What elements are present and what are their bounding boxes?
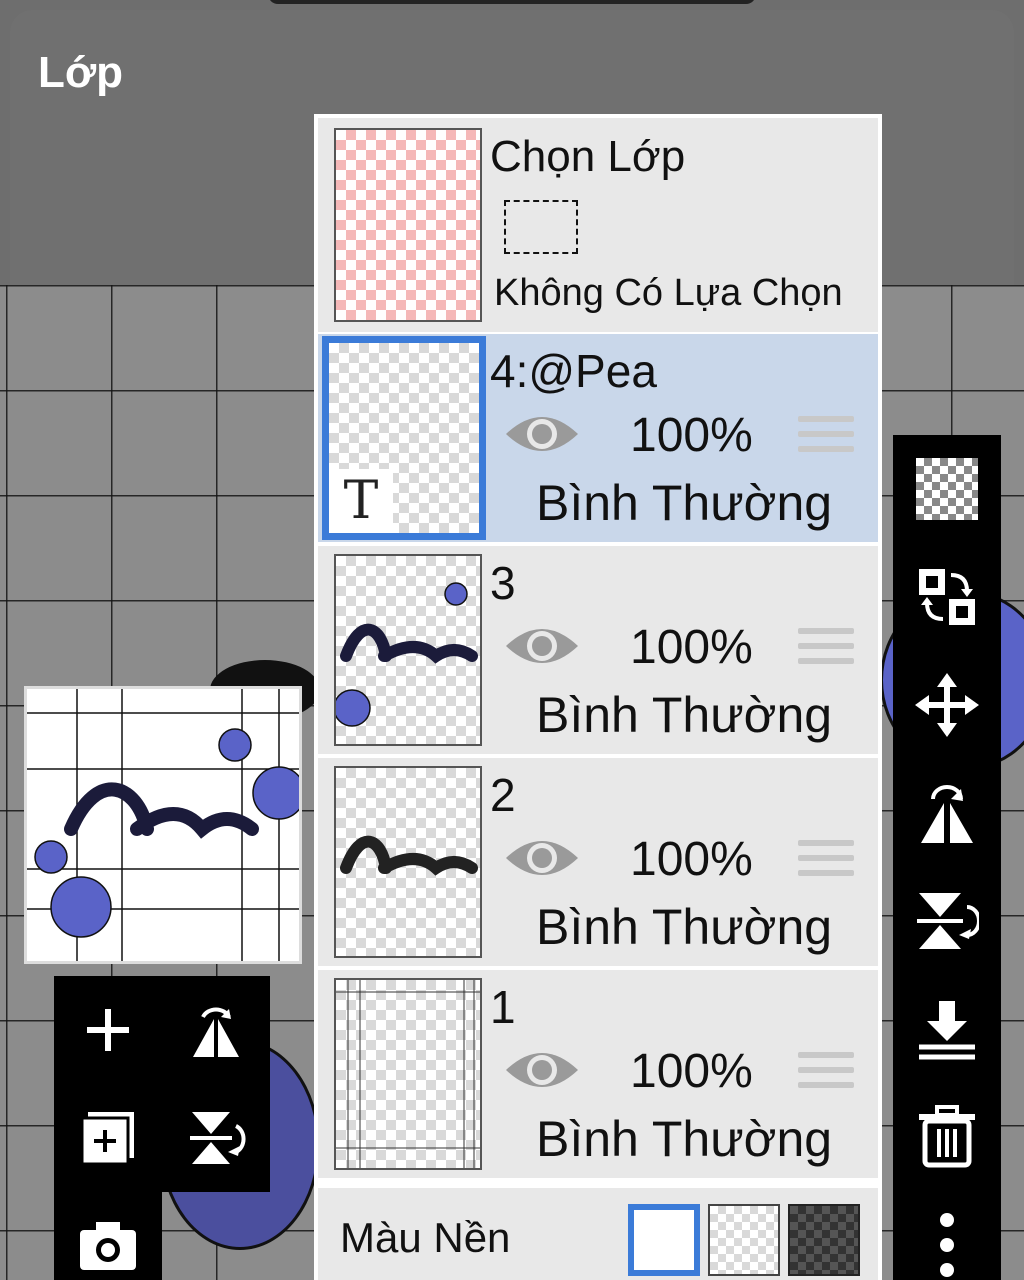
left-toolbar <box>54 976 270 1192</box>
blend-mode[interactable]: Bình Thường <box>536 898 832 956</box>
move-icon[interactable] <box>911 669 983 741</box>
layer-name: 1 <box>490 981 516 1033</box>
blend-mode[interactable]: Bình Thường <box>536 474 832 532</box>
blend-mode[interactable]: Bình Thường <box>536 686 832 744</box>
eye-icon[interactable] <box>504 410 580 458</box>
background-color-row: Màu Nền <box>318 1188 878 1280</box>
layer-thumbnail <box>334 766 482 958</box>
bg-dark-swatch[interactable] <box>788 1204 860 1276</box>
layer-thumbnail <box>333 554 482 746</box>
merge-down-icon[interactable] <box>911 993 983 1065</box>
drag-handle-icon[interactable] <box>798 416 854 460</box>
blend-mode[interactable]: Bình Thường <box>536 1110 832 1168</box>
layer-name: 4:@Pea <box>490 345 657 397</box>
layer-thumbnail: T <box>322 336 486 540</box>
selection-layer-title: Chọn Lớp <box>490 132 686 181</box>
flip-vertical-icon[interactable] <box>911 885 983 957</box>
layer-thumb-art <box>336 980 480 1168</box>
preview-art <box>27 689 299 961</box>
more-icon[interactable] <box>911 1209 983 1280</box>
eye-icon[interactable] <box>504 1046 580 1094</box>
layer-opacity[interactable]: 100% <box>630 1044 753 1099</box>
selection-status: Không Có Lựa Chọn <box>494 272 843 314</box>
layer-name: 3 <box>490 557 516 609</box>
layer-opacity[interactable]: 100% <box>630 832 753 887</box>
top-notch <box>268 0 756 4</box>
layer-opacity[interactable]: 100% <box>630 620 753 675</box>
delete-icon[interactable] <box>911 1101 983 1173</box>
eye-icon[interactable] <box>504 622 580 670</box>
layer-row[interactable]: 3 100% Bình Thường <box>318 546 878 754</box>
eye-icon[interactable] <box>504 834 580 882</box>
layer-opacity[interactable]: 100% <box>630 408 753 463</box>
selection-thumbnail <box>334 128 482 322</box>
flip-horizontal-icon[interactable] <box>911 777 983 849</box>
layer-row[interactable]: 2 100% Bình Thường <box>318 758 878 966</box>
flip-horizontal-icon[interactable] <box>180 994 252 1066</box>
drag-handle-icon[interactable] <box>798 840 854 884</box>
camera-icon[interactable] <box>72 1210 144 1280</box>
text-layer-badge: T <box>329 469 393 533</box>
layer-thumbnail <box>334 978 482 1170</box>
duplicate-layer-icon[interactable] <box>72 1102 144 1174</box>
selection-marquee-icon <box>504 200 578 254</box>
layer-row[interactable]: T 4:@Pea 100% Bình Thường <box>318 334 878 542</box>
bg-white-swatch[interactable] <box>628 1204 700 1276</box>
background-label: Màu Nền <box>340 1214 511 1261</box>
bg-transparent-swatch[interactable] <box>708 1204 780 1276</box>
layer-thumb-art <box>340 835 478 876</box>
flip-vertical-icon[interactable] <box>180 1102 252 1174</box>
selection-layer-row[interactable]: Chọn Lớp Không Có Lựa Chọn <box>318 118 878 332</box>
drag-handle-icon[interactable] <box>798 628 854 672</box>
add-layer-icon[interactable] <box>72 994 144 1066</box>
transparency-lock-icon[interactable] <box>911 453 983 525</box>
layer-list-panel: Chọn Lớp Không Có Lựa Chọn T 4:@Pea 100%… <box>314 114 882 1280</box>
layer-thumb-art <box>333 582 478 727</box>
layer-name: 2 <box>490 769 516 821</box>
right-toolbar <box>893 435 1001 1280</box>
drag-handle-icon[interactable] <box>798 1052 854 1096</box>
layer-row[interactable]: 1 100% Bình Thường <box>318 970 878 1178</box>
left-toolbar-extra <box>54 1192 162 1280</box>
panel-title: Lớp <box>38 48 124 97</box>
swap-layer-icon[interactable] <box>911 561 983 633</box>
canvas-preview[interactable] <box>24 686 302 964</box>
